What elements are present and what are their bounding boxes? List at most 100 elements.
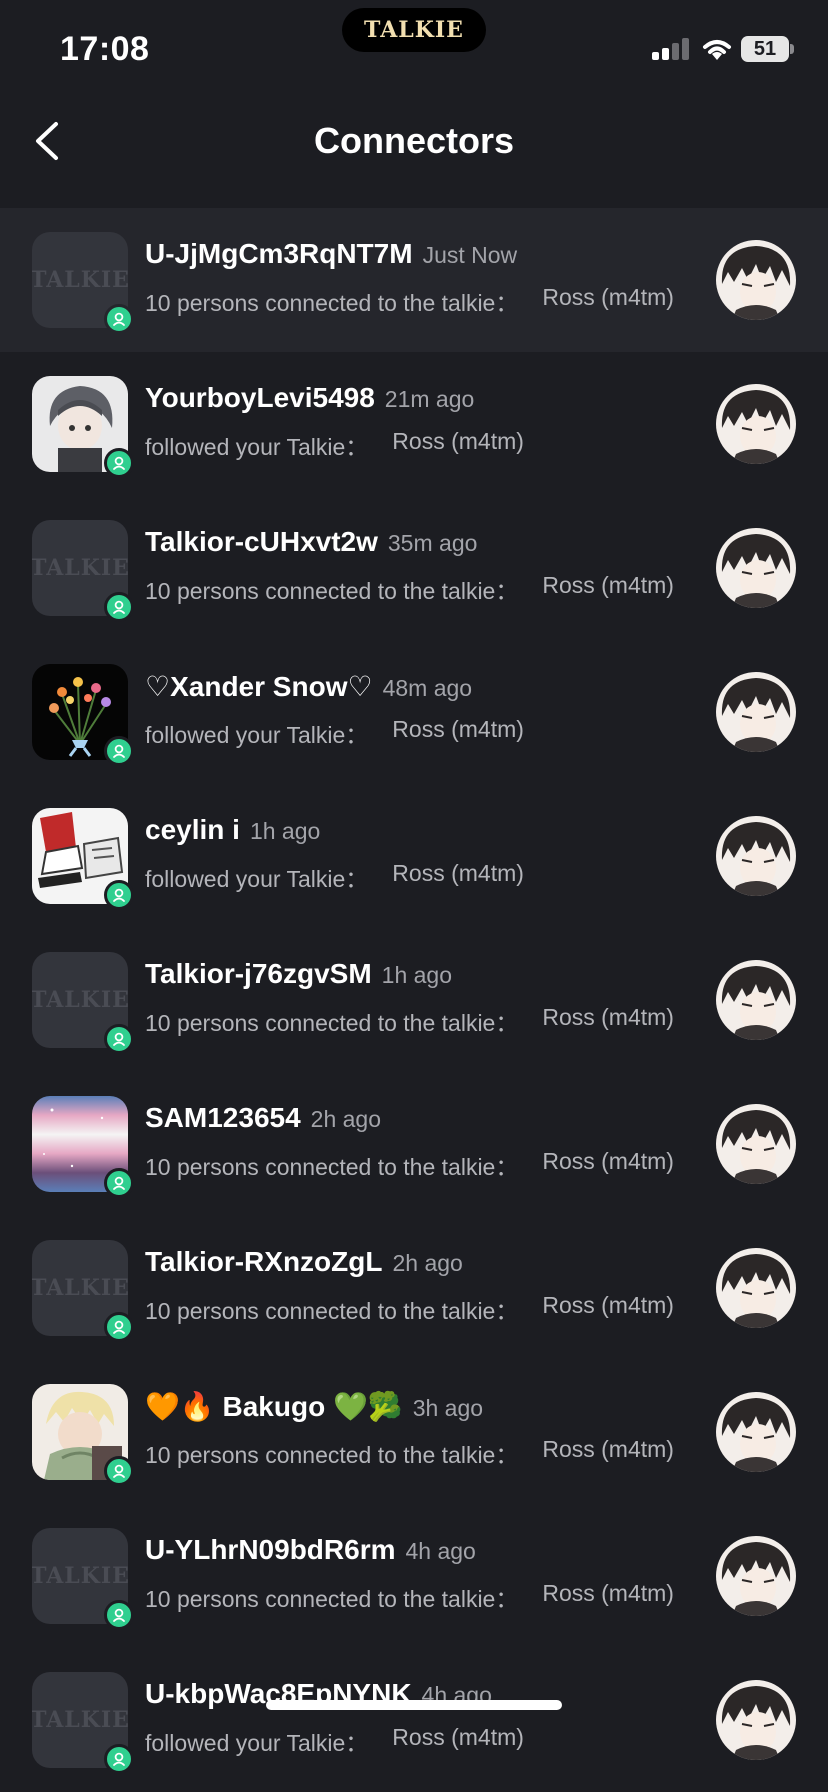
item-description: 10 persons connected to the talkie： Ross … [145,572,705,606]
placeholder-logo: TALKIE [32,987,128,1013]
talkie-name: Ross (m4tm) [542,1436,674,1462]
talkie-name: Ross (m4tm) [392,860,524,886]
placeholder-logo: TALKIE [32,1275,128,1301]
talkie-avatar[interactable] [716,384,796,464]
item-description: followed your Talkie： Ross (m4tm) [145,716,705,750]
talkie-avatar[interactable] [716,240,796,320]
talkie-name: Ross (m4tm) [542,1580,674,1606]
timestamp: Just Now [422,242,518,268]
user-name[interactable]: ♡Xander Snow♡ [145,670,373,703]
timestamp: 35m ago [387,530,478,556]
connector-badge-icon [104,1600,134,1630]
wifi-icon [703,40,731,60]
user-name[interactable]: SAM123654 [145,1102,301,1134]
user-avatar-container[interactable] [32,376,134,478]
item-description: 10 persons connected to the talkie： Ross … [145,1148,705,1182]
clock: 17:08 [60,30,150,68]
user-avatar-container[interactable] [32,664,134,766]
user-name[interactable]: Talkior-cUHxvt2w [145,526,378,558]
user-avatar-container[interactable]: TALKIE [32,1240,134,1342]
connector-badge-icon [104,1312,134,1342]
user-name[interactable]: 🧡🔥 Bakugo 💚🥦 [145,1390,403,1423]
user-name[interactable]: Talkior-RXnzoZgL [145,1246,382,1278]
timestamp: 48m ago [382,675,473,701]
talkie-avatar[interactable] [716,960,796,1040]
list-item[interactable]: 🧡🔥 Bakugo 💚🥦 3h ago 10 persons connected t… [0,1360,828,1504]
user-avatar-container[interactable]: TALKIE [32,520,134,622]
talkie-name: Ross (m4tm) [542,284,674,310]
activity-text: 10 persons connected to the talkie： [145,1154,519,1180]
item-description: followed your Talkie： Ross (m4tm) [145,1724,705,1758]
timestamp: 4h ago [405,1538,476,1564]
talkie-name: Ross (m4tm) [542,572,674,598]
timestamp: 2h ago [310,1106,382,1132]
talkie-name: Ross (m4tm) [542,1004,674,1030]
connector-badge-icon [104,736,134,766]
user-name[interactable]: YourboyLevi5498 [145,382,375,414]
talkie-name: Ross (m4tm) [392,428,524,454]
activity-text: 10 persons connected to the talkie： [145,1298,519,1324]
user-avatar-container[interactable]: TALKIE [32,1528,134,1630]
connector-badge-icon [104,1744,134,1774]
talkie-name: Ross (m4tm) [392,1724,524,1750]
item-description: 10 persons connected to the talkie： Ross … [145,1292,705,1326]
timestamp: 3h ago [412,1395,484,1421]
item-header: ♡Xander Snow♡ 48m ago [145,670,472,703]
status-bar: 17:08 TALKIE 51 [0,0,828,100]
list-item[interactable]: TALKIE Talkior-cUHxvt2w 35m ago 10 persons … [0,496,828,640]
item-header: Talkior-RXnzoZgL 2h ago [145,1246,463,1278]
user-avatar-container[interactable] [32,1096,134,1198]
talkie-avatar[interactable] [716,816,796,896]
talkie-avatar[interactable] [716,1392,796,1472]
list-item[interactable]: SAM123654 2h ago 10 persons connected to t… [0,1072,828,1216]
list-item[interactable]: TALKIE Talkior-j76zgvSM 1h ago 10 persons c… [0,928,828,1072]
list-item[interactable]: TALKIE U-YLhrN09bdR6rm 4h ago 10 persons co… [0,1504,828,1648]
list-item[interactable]: ceylin i 1h ago followed your Talkie： Ross … [0,784,828,928]
user-avatar-container[interactable] [32,1384,134,1486]
item-header: SAM123654 2h ago [145,1102,381,1134]
item-header: YourboyLevi5498 21m ago [145,382,474,414]
talkie-avatar[interactable] [716,1248,796,1328]
activity-text: 10 persons connected to the talkie： [145,1586,519,1612]
user-name[interactable]: U-YLhrN09bdR6rm [145,1534,395,1566]
page-title: Connectors [313,120,515,161]
user-name[interactable]: Talkior-j76zgvSM [145,958,372,990]
placeholder-logo: TALKIE [32,1707,128,1733]
user-name[interactable]: U-JjMgCm3RqNT7M [145,238,413,270]
talkie-avatar[interactable] [716,1536,796,1616]
activity-text: followed your Talkie： [145,1730,369,1756]
user-name[interactable]: ceylin i [145,814,240,846]
timestamp: 21m ago [384,386,475,412]
connector-badge-icon [104,880,134,910]
placeholder-logo: TALKIE [32,555,128,581]
list-item[interactable]: ♡Xander Snow♡ 48m ago followed your Talkie… [0,640,828,784]
battery-icon: 51 [741,36,789,62]
connector-badge-icon [104,304,134,334]
talkie-avatar[interactable] [716,1680,796,1760]
placeholder-logo: TALKIE [32,267,128,293]
dynamic-island: TALKIE [342,8,486,52]
home-indicator[interactable] [266,1700,562,1710]
item-description: followed your Talkie： Ross (m4tm) [145,860,705,894]
talkie-avatar[interactable] [716,528,796,608]
list-item[interactable]: TALKIE U-kbpWac8EpNYNK 4h ago followed your… [0,1648,828,1792]
item-description: 10 persons connected to the talkie： Ross … [145,284,705,318]
list-item[interactable]: TALKIE Talkior-RXnzoZgL 2h ago 10 persons c… [0,1216,828,1360]
timestamp: 1h ago [381,962,453,988]
user-avatar-container[interactable]: TALKIE [32,232,134,334]
list-item[interactable]: TALKIE U-JjMgCm3RqNT7M Just Now 10 persons … [0,208,828,352]
talkie-avatar[interactable] [716,1104,796,1184]
user-avatar-container[interactable]: TALKIE [32,1672,134,1774]
talkie-avatar[interactable] [716,672,796,752]
activity-text: followed your Talkie： [145,434,369,460]
list-item[interactable]: YourboyLevi5498 21m ago followed your Talk… [0,352,828,496]
user-avatar-container[interactable]: TALKIE [32,952,134,1054]
connector-badge-icon [104,1024,134,1054]
timestamp: 1h ago [249,818,321,844]
island-logo: TALKIE [364,17,464,43]
item-description: followed your Talkie： Ross (m4tm) [145,428,705,462]
connector-badge-icon [104,592,134,622]
item-header: U-JjMgCm3RqNT7M Just Now [145,238,517,270]
user-avatar-container[interactable] [32,808,134,910]
talkie-name: Ross (m4tm) [542,1148,674,1174]
